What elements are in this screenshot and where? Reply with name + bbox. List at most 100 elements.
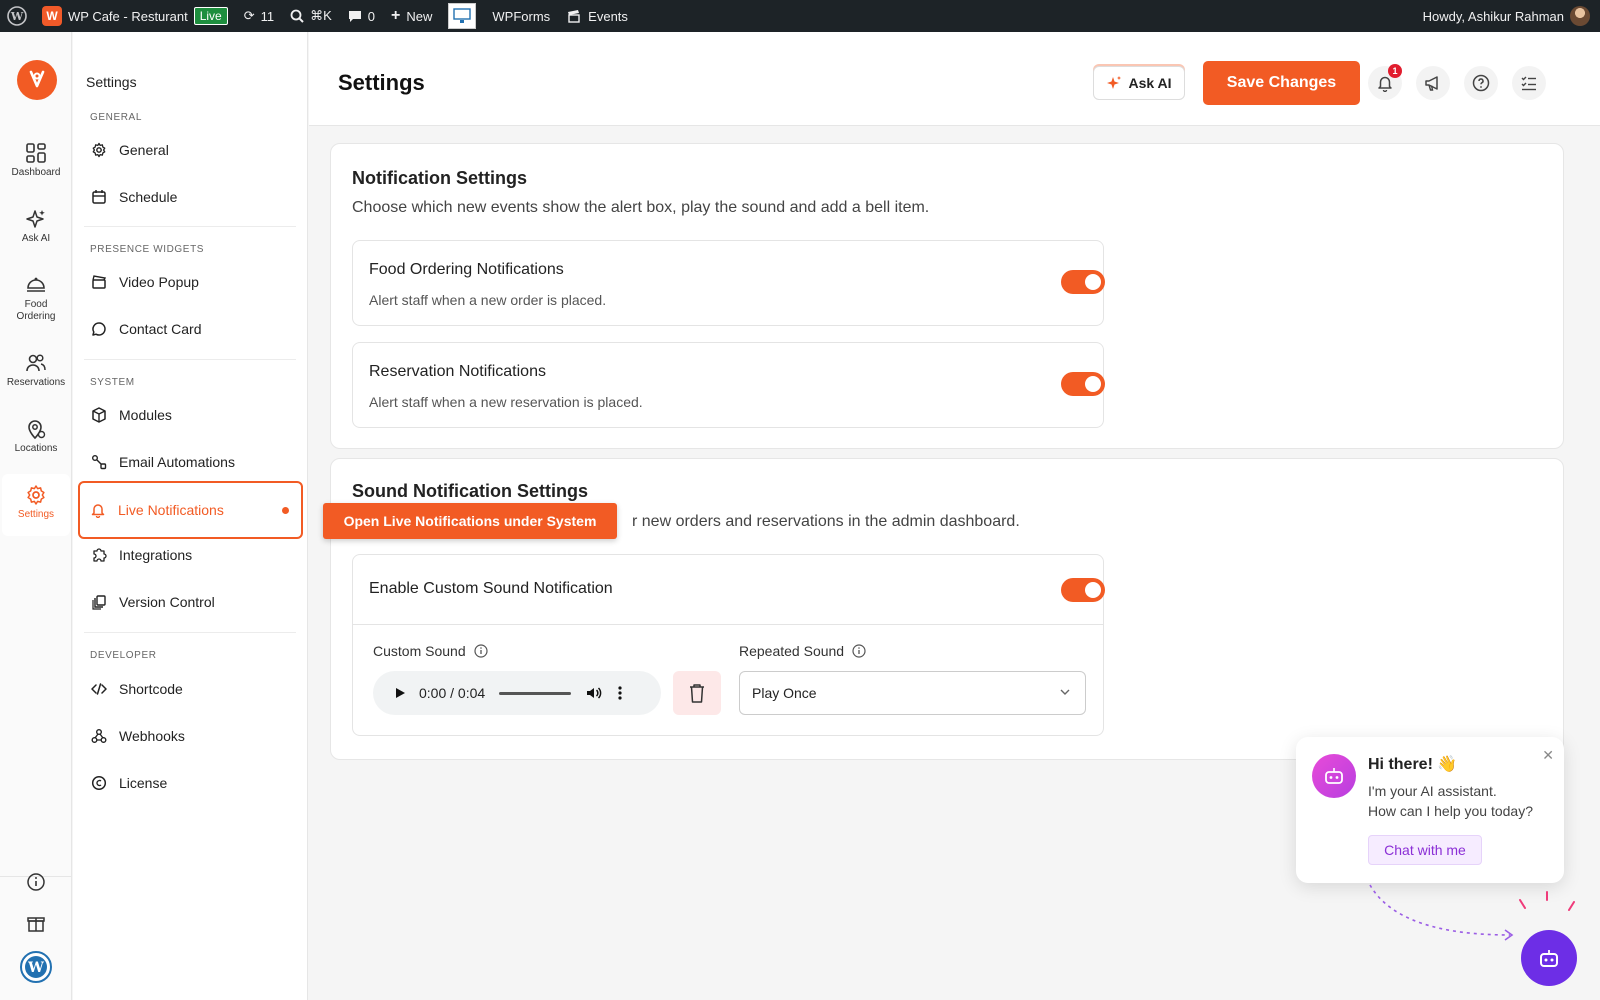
rail-label: Settings	[17, 509, 55, 520]
ai-chat-launcher-button[interactable]	[1521, 930, 1577, 986]
save-changes-button[interactable]: Save Changes	[1203, 61, 1360, 105]
rail-item-locations[interactable]: Locations	[2, 408, 70, 470]
wordpress-button[interactable]: W	[0, 950, 72, 984]
info-icon[interactable]	[852, 644, 866, 658]
custom-sound-toggle[interactable]	[1061, 578, 1105, 602]
rail-item-food-ordering[interactable]: Food Ordering	[2, 264, 70, 326]
search-menu[interactable]: ⌘K	[282, 0, 340, 32]
page-header: Settings Ask AI Save Changes 1	[309, 32, 1600, 126]
help-circle-icon	[1472, 74, 1490, 92]
card-description: Choose which new events show the alert b…	[352, 199, 930, 216]
new-menu[interactable]: + New	[383, 0, 440, 32]
info-button[interactable]	[0, 872, 72, 892]
card-title: Sound Notification Settings	[352, 481, 588, 501]
events-label: Events	[588, 8, 628, 24]
site-name: WP Cafe - Resturant	[68, 8, 188, 24]
sidebar-item-shortcode[interactable]: Shortcode	[81, 669, 301, 709]
sidebar-item-schedule[interactable]: Schedule	[81, 177, 301, 217]
sidebar-item-video-popup[interactable]: Video Popup	[81, 262, 301, 302]
row-description: Alert staff when a new order is placed.	[369, 292, 607, 308]
info-icon	[27, 873, 45, 891]
wpcafe-logo-icon[interactable]	[17, 60, 57, 100]
avatar	[1570, 6, 1590, 26]
cube-icon	[92, 407, 106, 423]
rail-item-reservations[interactable]: Reservations	[2, 342, 70, 404]
site-name-menu[interactable]: W WP Cafe - Resturant Live	[34, 0, 236, 32]
sidebar-item-label: Integrations	[119, 547, 193, 563]
sidebar-item-general[interactable]: General	[81, 130, 301, 170]
notifications-button[interactable]: 1	[1368, 64, 1402, 100]
robot-icon	[1540, 950, 1558, 967]
unsaved-dot	[282, 506, 289, 514]
wordpress-logo-icon[interactable]: W	[0, 0, 34, 32]
volume-icon[interactable]	[585, 684, 603, 702]
repeated-sound-select[interactable]: Play Once	[739, 671, 1086, 715]
close-icon[interactable]: ✕	[1542, 747, 1554, 764]
section-presence-widgets: PRESENCE WIDGETS	[90, 244, 205, 255]
help-button[interactable]	[1464, 66, 1498, 100]
section-general: GENERAL	[90, 112, 142, 123]
sidebar-item-live-notifications[interactable]: Live Notifications	[78, 481, 303, 539]
rail-item-ask-ai[interactable]: Ask AI	[2, 198, 70, 260]
comment-icon	[348, 11, 361, 22]
more-vertical-icon[interactable]	[617, 685, 623, 701]
delete-sound-button[interactable]	[673, 671, 721, 715]
checklist-button[interactable]	[1512, 66, 1546, 100]
info-icon[interactable]	[474, 644, 488, 658]
food-ordering-notifications-row: Food Ordering Notifications Alert staff …	[352, 240, 1105, 326]
monitor-menu[interactable]	[440, 0, 484, 32]
wordpress-icon: W	[20, 951, 52, 983]
new-label: New	[406, 8, 433, 24]
reservation-toggle[interactable]	[1061, 372, 1105, 396]
sidebar-item-label: Email Automations	[119, 454, 235, 470]
chat-with-me-button[interactable]: Chat with me	[1368, 835, 1482, 865]
rail-label: Dashboard	[11, 167, 61, 178]
ask-ai-label: Ask AI	[1128, 75, 1172, 91]
audio-seek-bar[interactable]	[499, 691, 572, 695]
search-shortcut: ⌘K	[310, 8, 332, 23]
sidebar-item-contact-card[interactable]: Contact Card	[81, 309, 301, 349]
section-system: SYSTEM	[90, 377, 135, 388]
sidebar-item-license[interactable]: License	[81, 763, 301, 803]
sidebar-item-webhooks[interactable]: Webhooks	[81, 716, 301, 756]
audio-time: 0:00 / 0:04	[419, 685, 486, 701]
megaphone-icon	[1425, 76, 1438, 91]
custom-sound-field-label: Custom Sound	[373, 643, 488, 659]
updates-menu[interactable]: ⟳ 11	[236, 0, 282, 32]
ask-ai-button[interactable]: Ask AI	[1093, 66, 1185, 100]
food-ordering-toggle[interactable]	[1061, 270, 1105, 294]
howdy-text: Howdy, Ashikur Rahman	[1422, 8, 1564, 24]
row-title: Food Ordering Notifications	[369, 261, 564, 278]
play-icon[interactable]	[393, 686, 407, 700]
gift-button[interactable]	[0, 913, 72, 933]
guide-tooltip: Open Live Notifications under System	[323, 503, 617, 539]
comments-menu[interactable]: 0	[340, 0, 383, 32]
row-description: Alert staff when a new reservation is pl…	[369, 394, 643, 410]
account-menu[interactable]: Howdy, Ashikur Rahman	[1415, 0, 1600, 32]
puzzle-icon	[93, 548, 107, 562]
gear-icon	[92, 142, 106, 158]
sidebar-item-label: Contact Card	[119, 321, 202, 337]
calendar-icon	[92, 190, 106, 204]
rail-item-dashboard[interactable]: Dashboard	[2, 132, 70, 194]
sidebar-item-email-automations[interactable]: Email Automations	[81, 442, 301, 482]
announcements-button[interactable]	[1416, 66, 1450, 100]
rail-label: Reservations	[6, 377, 66, 388]
sidebar-title: Settings	[86, 74, 137, 90]
wpforms-menu[interactable]: WPForms	[484, 0, 558, 32]
trash-icon	[690, 684, 704, 703]
sidebar-item-version-control[interactable]: Version Control	[81, 582, 301, 622]
events-icon	[568, 10, 580, 23]
rail-item-settings[interactable]: Settings	[2, 474, 70, 536]
sidebar-item-integrations[interactable]: Integrations	[81, 535, 301, 575]
sidebar-item-modules[interactable]: Modules	[81, 395, 301, 435]
custom-sound-panel: Enable Custom Sound Notification Custom …	[352, 554, 1105, 736]
ai-assistant-popup: Hi there! 👋 I'm your AI assistant. How c…	[1296, 737, 1564, 883]
live-badge: Live	[193, 7, 228, 25]
gear-icon	[27, 485, 45, 505]
comments-count: 0	[367, 8, 376, 24]
bell-icon	[91, 504, 105, 518]
code-icon	[91, 683, 107, 695]
events-menu[interactable]: Events	[558, 0, 636, 32]
rail-label: Ask AI	[21, 233, 51, 244]
